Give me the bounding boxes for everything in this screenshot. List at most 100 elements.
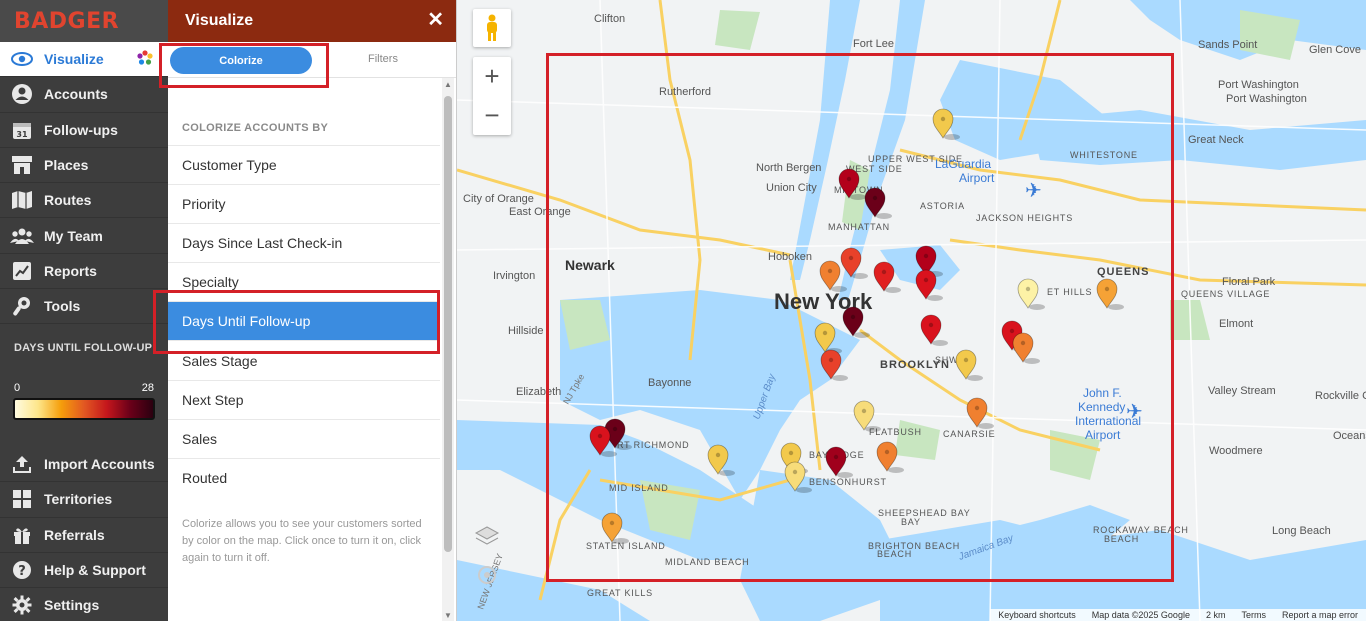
account-pin[interactable] (864, 187, 892, 219)
map-canvas[interactable]: Clifton Fort Lee Rutherford North Bergen… (457, 0, 1366, 621)
nav-label: Reports (44, 262, 97, 279)
account-pin[interactable] (838, 168, 866, 200)
option-sales-stage[interactable]: Sales Stage (168, 340, 440, 379)
nav-item-settings[interactable]: Settings (0, 588, 168, 621)
legend-scale: 0 28 (0, 382, 168, 394)
nav-item-accounts[interactable]: Accounts (0, 77, 168, 113)
scroll-up-arrow-icon[interactable]: ▲ (444, 80, 452, 89)
street-view-pegman-icon[interactable] (473, 9, 511, 47)
upload-icon (10, 453, 34, 475)
nav-label: Import Accounts (44, 456, 155, 473)
colorize-help-text: Colorize allows you to see your customer… (182, 518, 422, 564)
terms-link[interactable]: Terms (1233, 610, 1274, 620)
nav-label: Referrals (44, 526, 105, 543)
account-pin[interactable] (842, 306, 870, 338)
account-pin[interactable] (840, 247, 868, 279)
map-data-credit: Map data ©2025 Google (1091, 610, 1190, 620)
account-pin[interactable] (966, 397, 994, 429)
wrench-icon (10, 295, 34, 317)
option-routed[interactable]: Routed (168, 457, 440, 497)
panel-scrollbar[interactable]: ▲ ▼ (442, 78, 454, 621)
account-pin[interactable] (707, 444, 735, 476)
account-pin[interactable] (601, 512, 629, 544)
map-icon (10, 189, 34, 211)
account-pin[interactable] (1012, 332, 1040, 364)
badger-logo[interactable]: BADGER (14, 9, 119, 34)
user-circle-icon (10, 83, 34, 105)
account-pin[interactable] (825, 446, 853, 478)
nav-label: Help & Support (44, 562, 146, 579)
nav-label: Routes (44, 192, 92, 209)
grid-icon (10, 488, 34, 510)
nav-label: Visualize (44, 51, 104, 68)
legend-gradient-bar (13, 398, 155, 421)
nav-bottom: Import Accounts Territories Referrals ? … (0, 447, 168, 621)
nav-label: My Team (44, 227, 103, 244)
nav-label: Follow-ups (44, 121, 118, 138)
map-footer: Keyboard shortcuts Map data ©2025 Google… (990, 609, 1366, 621)
account-pin[interactable] (876, 441, 904, 473)
visualize-panel: Visualize ✕ Colorize Filters COLORIZE AC… (168, 0, 457, 621)
nav-item-tools[interactable]: Tools (0, 289, 168, 325)
tab-filters[interactable]: Filters (368, 53, 398, 65)
question-icon: ? (10, 559, 34, 581)
legend-title: DAYS UNTIL FOLLOW-UP (14, 342, 153, 355)
account-pin[interactable] (814, 322, 842, 354)
nav-label: Tools (44, 298, 81, 315)
zoom-in-icon[interactable]: + (473, 57, 511, 96)
panel-title: Visualize (185, 12, 254, 29)
nav-label: Territories (44, 491, 113, 508)
close-icon[interactable]: ✕ (427, 10, 444, 30)
nav-item-referrals[interactable]: Referrals (0, 518, 168, 553)
keyboard-shortcuts-link[interactable]: Keyboard shortcuts (990, 610, 1084, 620)
gift-icon (10, 524, 34, 546)
account-pin[interactable] (873, 261, 901, 293)
nav-item-import-accounts[interactable]: Import Accounts (0, 447, 168, 483)
scroll-thumb[interactable] (444, 96, 452, 552)
report-map-error-link[interactable]: Report a map error (1274, 610, 1366, 620)
account-pin[interactable] (955, 349, 983, 381)
option-next-step[interactable]: Next Step (168, 379, 440, 419)
account-pin[interactable] (853, 400, 881, 432)
account-pin[interactable] (1096, 278, 1124, 310)
option-customer-type[interactable]: Customer Type (168, 145, 440, 184)
pins-layer (589, 108, 1124, 544)
layers-icon[interactable] (474, 523, 500, 549)
option-priority[interactable]: Priority (168, 184, 440, 223)
option-days-until-follow-up[interactable]: Days Until Follow-up (168, 301, 440, 341)
nav-item-my-team[interactable]: My Team (0, 218, 168, 254)
left-nav: BADGER Visualize Accounts 31 Follow-ups (0, 0, 168, 621)
nav-item-places[interactable]: Places (0, 148, 168, 184)
account-pin[interactable] (920, 314, 948, 346)
nav-item-follow-ups[interactable]: 31 Follow-ups (0, 113, 168, 148)
nav-item-routes[interactable]: Routes (0, 183, 168, 219)
account-pin[interactable] (932, 108, 960, 140)
tab-colorize[interactable]: Colorize (170, 47, 312, 74)
legend-min: 0 (14, 382, 21, 395)
panel-tabs: Colorize Filters (168, 42, 456, 78)
account-pin[interactable] (819, 260, 847, 292)
svg-text:?: ? (18, 564, 26, 579)
logo-bar: BADGER (0, 0, 168, 42)
account-pin[interactable] (784, 461, 812, 493)
nav-item-help-support[interactable]: ? Help & Support (0, 553, 168, 589)
svg-text:31: 31 (16, 130, 28, 139)
nav-item-reports[interactable]: Reports (0, 254, 168, 290)
scroll-down-arrow-icon[interactable]: ▼ (444, 611, 452, 620)
nav-label: Places (44, 157, 89, 174)
option-days-since-last-check-in[interactable]: Days Since Last Check-in (168, 223, 440, 262)
nav-item-territories[interactable]: Territories (0, 482, 168, 518)
pinwheel-icon (136, 49, 154, 70)
account-pin[interactable] (820, 349, 848, 381)
option-specialty[interactable]: Specialty (168, 262, 440, 301)
nav-item-visualize[interactable]: Visualize (0, 42, 168, 78)
account-pin[interactable] (1017, 278, 1045, 310)
calendar-icon: 31 (10, 119, 34, 141)
map-scale[interactable]: 2 km (1198, 610, 1234, 620)
zoom-out-icon[interactable]: − (473, 96, 511, 135)
my-location-icon[interactable] (476, 564, 498, 586)
gear-icon (10, 594, 34, 616)
legend-max: 28 (141, 382, 154, 395)
eye-icon (10, 48, 34, 70)
option-sales[interactable]: Sales (168, 418, 440, 458)
